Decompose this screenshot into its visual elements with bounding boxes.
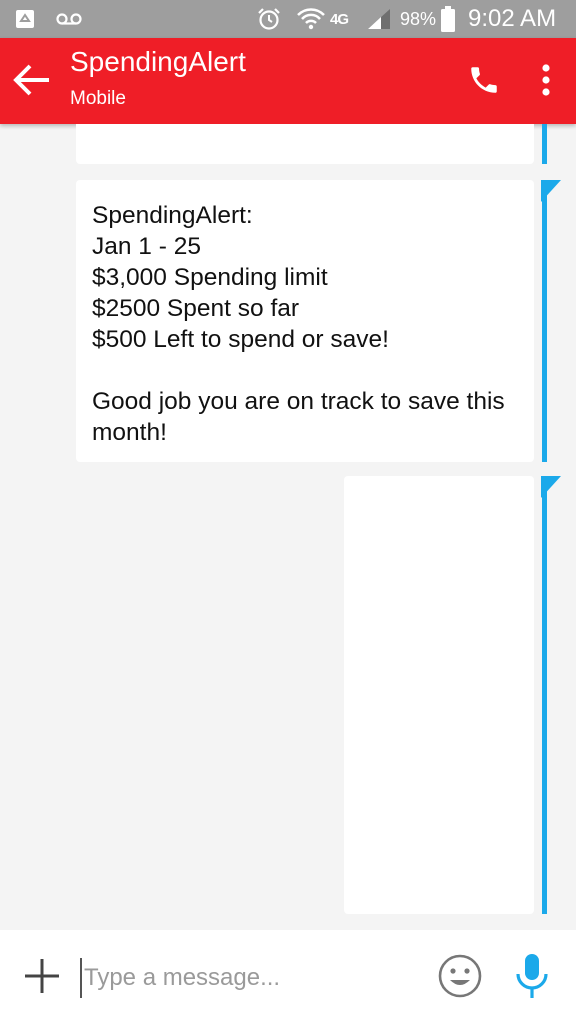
message-tail bbox=[541, 476, 561, 498]
voicemail-icon bbox=[56, 0, 82, 38]
message-bubble[interactable] bbox=[76, 124, 534, 164]
contact-type: Mobile bbox=[70, 88, 126, 109]
back-button[interactable] bbox=[10, 60, 54, 104]
recycle-icon bbox=[14, 0, 36, 38]
app-bar: SpendingAlert Mobile bbox=[0, 38, 576, 124]
battery-percent: 98% bbox=[400, 8, 437, 29]
message-accent-bar bbox=[542, 476, 547, 914]
more-vert-icon bbox=[541, 63, 551, 102]
message-text: SpendingAlert: Jan 1 - 25 $3,000 Spendin… bbox=[92, 202, 505, 446]
status-bar: 4G 98% 9:02 AM bbox=[0, 0, 576, 38]
battery-icon bbox=[441, 0, 455, 38]
message-bubble[interactable] bbox=[344, 476, 534, 914]
contact-name: SpendingAlert bbox=[70, 46, 246, 77]
wifi-icon bbox=[296, 0, 326, 38]
message-list[interactable]: SpendingAlert: Jan 1 - 25 $3,000 Spendin… bbox=[0, 124, 576, 930]
message-input[interactable] bbox=[80, 958, 420, 998]
signal-icon bbox=[366, 0, 392, 38]
voice-input-button[interactable] bbox=[510, 952, 554, 1004]
call-button[interactable] bbox=[462, 60, 506, 104]
back-arrow-icon bbox=[13, 63, 51, 102]
message-accent-bar bbox=[542, 180, 547, 462]
emoji-button[interactable] bbox=[436, 954, 484, 1002]
mic-icon bbox=[513, 952, 551, 1005]
more-options-button[interactable] bbox=[526, 60, 566, 104]
emoji-icon bbox=[437, 953, 483, 1004]
add-attachment-button[interactable] bbox=[20, 956, 64, 1000]
phone-icon bbox=[467, 63, 501, 102]
message-accent-bar bbox=[542, 124, 547, 164]
messaging-screen: 4G 98% 9:02 AM SpendingAlert Mobile Spen… bbox=[0, 0, 576, 1024]
clock: 9:02 AM bbox=[468, 5, 557, 32]
network-type-label: 4G bbox=[330, 10, 349, 28]
message-bubble[interactable]: SpendingAlert: Jan 1 - 25 $3,000 Spendin… bbox=[76, 180, 534, 462]
compose-bar bbox=[0, 930, 576, 1024]
plus-icon bbox=[23, 957, 61, 1000]
message-tail bbox=[541, 180, 561, 202]
alarm-icon bbox=[256, 0, 282, 38]
